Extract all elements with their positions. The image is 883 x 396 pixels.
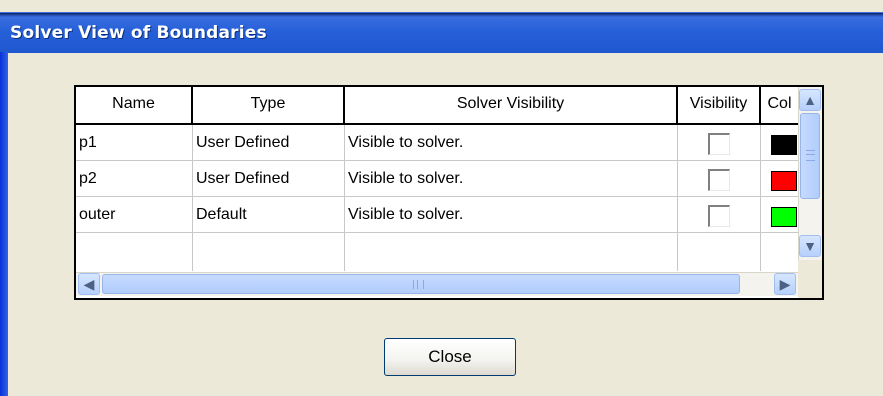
- cell-type[interactable]: User Defined: [193, 161, 345, 197]
- cell-color: [761, 161, 798, 197]
- visibility-checkbox[interactable]: [708, 205, 730, 227]
- cell-name[interactable]: p1: [76, 125, 193, 161]
- table-row[interactable]: outer Default Visible to solver.: [76, 197, 822, 233]
- cell-color: [761, 125, 798, 161]
- visibility-checkbox[interactable]: [708, 133, 730, 155]
- vertical-scroll-thumb[interactable]: [800, 113, 820, 199]
- cell-visibility: [678, 161, 761, 197]
- table-row-empty[interactable]: [76, 233, 822, 271]
- column-header-color[interactable]: Col: [761, 87, 798, 123]
- chevron-left-icon[interactable]: ◀: [78, 273, 100, 295]
- color-swatch-green[interactable]: [771, 207, 797, 227]
- cell-solver-visibility[interactable]: Visible to solver.: [345, 125, 678, 161]
- chevron-right-icon[interactable]: ▶: [774, 273, 796, 295]
- scrollbar-corner: [798, 260, 822, 298]
- color-swatch-black[interactable]: [771, 135, 797, 155]
- cell-color: [761, 197, 798, 233]
- window-left-border: [0, 52, 8, 396]
- column-header-visibility[interactable]: Visibility: [678, 87, 761, 123]
- grip-icon: [806, 150, 815, 161]
- cell-empty[interactable]: [193, 233, 345, 271]
- vertical-scrollbar[interactable]: ▲ ▼: [798, 87, 822, 260]
- cell-empty[interactable]: [345, 233, 678, 271]
- table-row[interactable]: p1 User Defined Visible to solver.: [76, 125, 822, 161]
- cell-name[interactable]: outer: [76, 197, 193, 233]
- column-header-solver-visibility[interactable]: Solver Visibility: [345, 87, 678, 123]
- cell-visibility: [678, 197, 761, 233]
- column-header-name[interactable]: Name: [76, 87, 193, 123]
- column-header-type[interactable]: Type: [193, 87, 345, 123]
- chevron-up-icon[interactable]: ▲: [799, 89, 821, 111]
- horizontal-scroll-thumb[interactable]: [102, 274, 740, 294]
- dialog-window: Solver View of Boundaries Name Type Solv…: [0, 0, 883, 396]
- close-button[interactable]: Close: [384, 338, 516, 376]
- table-row[interactable]: p2 User Defined Visible to solver.: [76, 161, 822, 197]
- cell-name[interactable]: p2: [76, 161, 193, 197]
- cell-type[interactable]: Default: [193, 197, 345, 233]
- cell-visibility: [678, 125, 761, 161]
- cell-empty[interactable]: [76, 233, 193, 271]
- cell-solver-visibility[interactable]: Visible to solver.: [345, 161, 678, 197]
- visibility-checkbox[interactable]: [708, 169, 730, 191]
- cell-solver-visibility[interactable]: Visible to solver.: [345, 197, 678, 233]
- horizontal-scrollbar[interactable]: ◀ ▶: [76, 272, 798, 296]
- window-title: Solver View of Boundaries: [10, 23, 267, 43]
- boundaries-grid: Name Type Solver Visibility Visibility C…: [74, 85, 824, 300]
- cell-empty[interactable]: [678, 233, 761, 271]
- grip-icon: [413, 280, 424, 289]
- title-bar[interactable]: Solver View of Boundaries: [0, 12, 883, 53]
- color-swatch-red[interactable]: [771, 171, 797, 191]
- cell-type[interactable]: User Defined: [193, 125, 345, 161]
- cell-empty[interactable]: [761, 233, 798, 271]
- chevron-down-icon[interactable]: ▼: [799, 235, 821, 257]
- grid-header-row: Name Type Solver Visibility Visibility C…: [76, 87, 822, 125]
